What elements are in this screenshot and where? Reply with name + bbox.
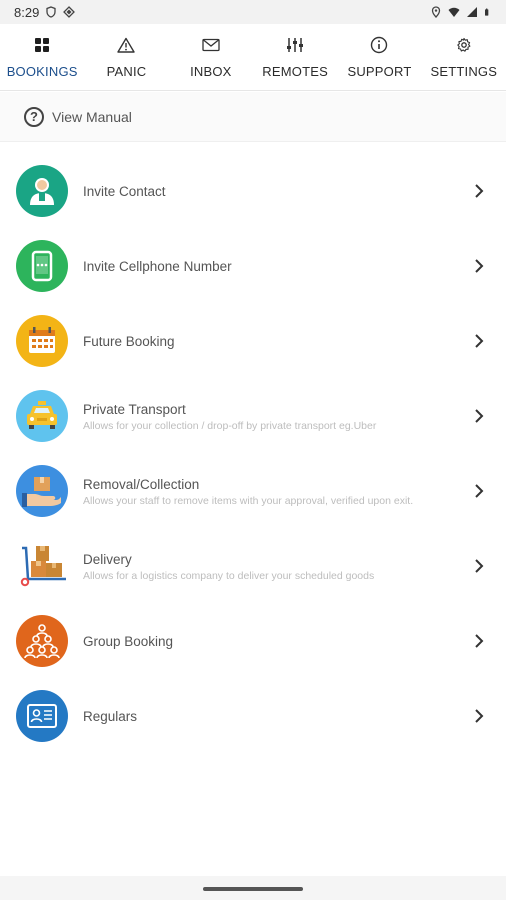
gear-icon — [455, 36, 473, 54]
list-item-invite-contact[interactable]: Invite Contact — [0, 154, 506, 229]
item-title: Invite Cellphone Number — [83, 259, 232, 274]
chevron-right-icon — [475, 484, 484, 498]
tab-label: REMOTES — [262, 64, 328, 79]
location-icon — [431, 6, 441, 18]
tab-label: SETTINGS — [430, 64, 498, 79]
chevron-right-icon — [475, 334, 484, 348]
item-title: Invite Contact — [83, 184, 166, 199]
tab-label: SUPPORT — [347, 64, 412, 79]
item-text: Regulars — [83, 679, 466, 754]
status-bar: 8:29 — [0, 0, 506, 24]
item-text: Delivery Allows for a logistics company … — [83, 529, 466, 604]
list-item-private-transport[interactable]: Private Transport Allows for your collec… — [0, 379, 506, 454]
sliders-icon — [286, 36, 304, 54]
item-text: Group Booking — [83, 604, 466, 679]
item-title: Future Booking — [83, 334, 175, 349]
tab-panic[interactable]: PANIC — [84, 24, 168, 90]
list-item-group-booking[interactable]: Group Booking — [0, 604, 506, 679]
item-text: Invite Cellphone Number — [83, 229, 466, 304]
id-card-icon — [16, 690, 68, 742]
item-title: Regulars — [83, 709, 138, 724]
list-item-regulars[interactable]: Regulars — [0, 679, 506, 754]
item-text: Future Booking — [83, 304, 466, 379]
item-subtitle: Allows your staff to remove items with y… — [83, 494, 414, 507]
tab-inbox[interactable]: INBOX — [169, 24, 253, 90]
warning-icon — [117, 36, 136, 54]
tab-label: BOOKINGS — [6, 64, 78, 79]
chevron-right-icon — [475, 259, 484, 273]
battery-icon — [485, 8, 489, 16]
list-item-delivery[interactable]: Delivery Allows for a logistics company … — [0, 529, 506, 604]
chevron-right-icon — [475, 559, 484, 573]
grid-icon — [33, 36, 51, 54]
status-right — [430, 6, 492, 18]
view-manual-label: View Manual — [52, 108, 132, 125]
item-title: Delivery — [83, 551, 132, 567]
item-text: Removal/Collection Allows your staff to … — [83, 454, 466, 529]
item-text: Private Transport Allows for your collec… — [83, 379, 466, 454]
item-subtitle: Allows for your collection / drop-off by… — [83, 419, 377, 432]
diamond-icon — [63, 6, 76, 18]
top-tab-bar: BOOKINGS PANIC INBOX REMOTES SUPPORT SET… — [0, 24, 506, 114]
mail-icon — [202, 36, 220, 54]
tab-bookings[interactable]: BOOKINGS — [0, 24, 84, 90]
chevron-right-icon — [475, 184, 484, 198]
status-time: 8:29 — [14, 4, 40, 20]
tab-settings[interactable]: SETTINGS — [422, 24, 506, 90]
chevron-right-icon — [475, 709, 484, 723]
tab-label: PANIC — [106, 64, 147, 79]
item-title: Group Booking — [83, 634, 174, 649]
home-gesture-handle[interactable] — [203, 887, 303, 891]
contact-icon — [16, 165, 68, 217]
shield-icon — [46, 6, 56, 18]
chevron-right-icon — [475, 634, 484, 648]
list-item-invite-cellphone[interactable]: Invite Cellphone Number — [0, 229, 506, 304]
list-item-future-booking[interactable]: Future Booking — [0, 304, 506, 379]
chevron-right-icon — [475, 409, 484, 423]
tab-remotes[interactable]: REMOTES — [253, 24, 337, 90]
delivery-trolley-icon — [16, 540, 68, 592]
item-text: Invite Contact — [83, 154, 466, 229]
list-item-removal-collection[interactable]: Removal/Collection Allows your staff to … — [0, 454, 506, 529]
view-manual-button[interactable]: ? View Manual — [0, 92, 506, 142]
calendar-icon — [16, 315, 68, 367]
item-subtitle: Allows for a logistics company to delive… — [83, 569, 375, 582]
tab-label: INBOX — [190, 64, 232, 79]
info-icon — [370, 36, 388, 54]
booking-options-list: Invite Contact Invite Cellphone Number F… — [0, 154, 506, 754]
cellphone-icon — [16, 240, 68, 292]
group-icon — [16, 615, 68, 667]
package-hand-icon — [16, 465, 68, 517]
item-title: Removal/Collection — [83, 476, 200, 492]
item-title: Private Transport — [83, 401, 186, 417]
signal-icon — [467, 7, 477, 17]
gesture-nav-area — [0, 876, 506, 900]
status-left: 8:29 — [14, 4, 76, 20]
tab-support[interactable]: SUPPORT — [337, 24, 421, 90]
taxi-icon — [16, 390, 68, 442]
help-icon: ? — [24, 106, 44, 127]
wifi-icon — [448, 7, 460, 17]
